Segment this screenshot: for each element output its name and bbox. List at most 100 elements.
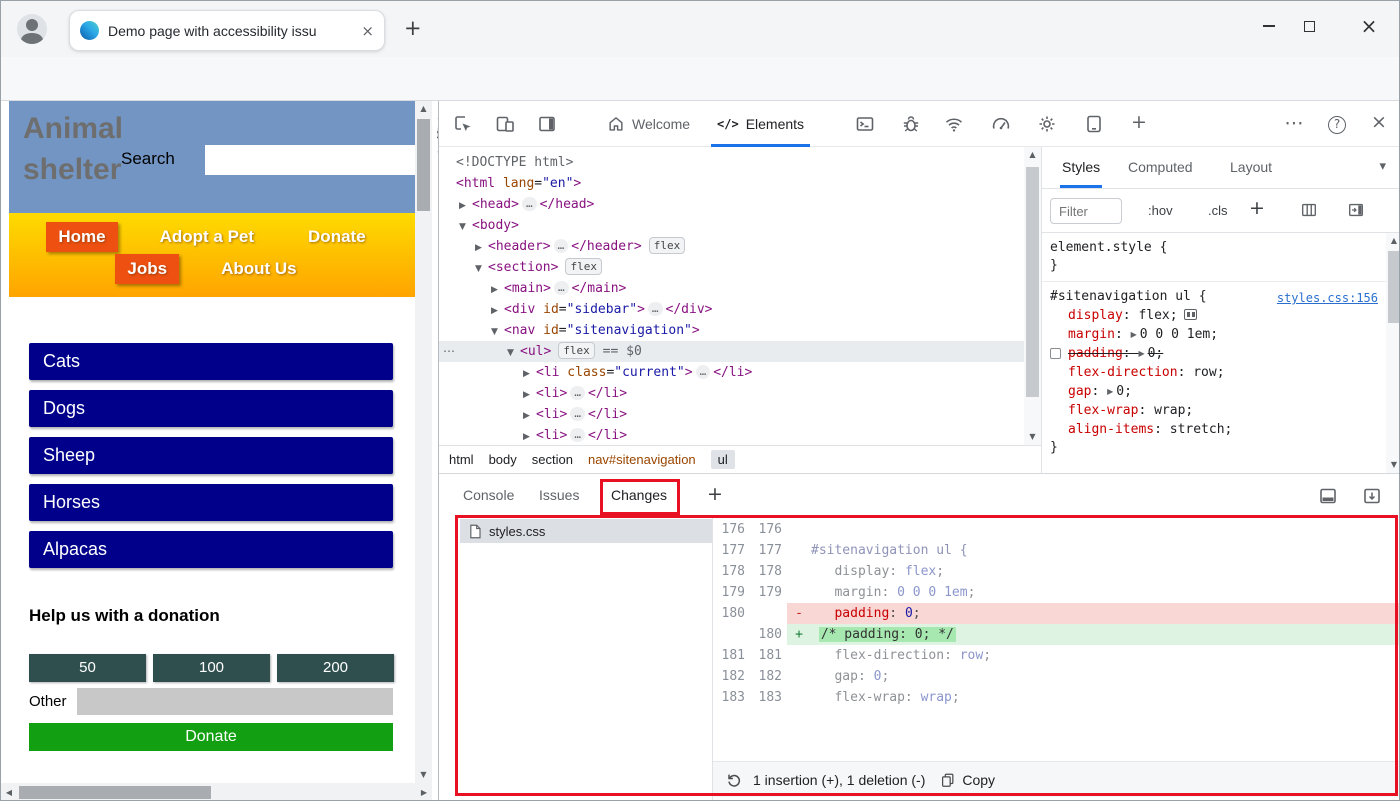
stylesheet-link[interactable]: styles.css:156 bbox=[1277, 289, 1378, 307]
scroll-down-icon[interactable]: ▼ bbox=[415, 767, 432, 783]
performance-gauge-icon[interactable] bbox=[991, 114, 1011, 134]
property-checkbox[interactable] bbox=[1050, 348, 1061, 359]
amount-button-50[interactable]: 50 bbox=[29, 654, 146, 682]
breadcrumb-item-section[interactable]: section bbox=[532, 452, 573, 467]
scrollbar-thumb[interactable] bbox=[1388, 251, 1399, 323]
bug-icon[interactable] bbox=[901, 114, 921, 134]
inspect-element-icon[interactable] bbox=[453, 114, 473, 134]
dom-tree-row[interactable]: ▶ <li>… </li> bbox=[439, 425, 1024, 445]
maximize-button[interactable] bbox=[1287, 1, 1331, 51]
flex-badge[interactable]: flex bbox=[648, 237, 686, 254]
category-button-dogs[interactable]: Dogs bbox=[29, 390, 393, 427]
flex-badge[interactable]: flex bbox=[565, 258, 602, 275]
tab-elements[interactable]: </> Elements bbox=[711, 101, 811, 147]
inline-expand-icon[interactable]: … bbox=[647, 302, 663, 316]
drawer-tab-issues[interactable]: Issues bbox=[539, 474, 579, 517]
expand-arrow-icon[interactable]: ▶ bbox=[491, 280, 504, 301]
css-property-padding[interactable]: padding: ▶ 0; bbox=[1050, 344, 1378, 363]
browser-tab[interactable]: Demo page with accessibility issu × bbox=[69, 10, 385, 51]
inline-expand-icon[interactable]: … bbox=[570, 428, 585, 442]
breadcrumb-item-ul[interactable]: ul bbox=[710, 450, 735, 469]
page-vertical-scrollbar[interactable]: ▲ ▼ bbox=[415, 101, 432, 783]
styles-tab-computed[interactable]: Computed bbox=[1126, 147, 1195, 188]
console-panel-icon[interactable] bbox=[855, 114, 875, 134]
shorthand-expand-icon[interactable]: ▶ bbox=[1138, 344, 1144, 363]
nav-item-about-us[interactable]: About Us bbox=[209, 254, 309, 284]
expand-arrow-icon[interactable]: ▶ bbox=[523, 385, 536, 406]
nav-item-home[interactable]: Home bbox=[46, 222, 118, 252]
element-class-button[interactable]: .cls bbox=[1208, 203, 1228, 218]
device-frame-icon[interactable] bbox=[1084, 114, 1104, 134]
scroll-down-icon[interactable]: ▼ bbox=[1386, 457, 1399, 473]
breadcrumb-item-body[interactable]: body bbox=[489, 452, 517, 467]
category-button-sheep[interactable]: Sheep bbox=[29, 437, 393, 474]
device-emulation-icon[interactable] bbox=[495, 114, 515, 134]
shorthand-expand-icon[interactable]: ▶ bbox=[1131, 325, 1137, 344]
styles-tab-styles[interactable]: Styles bbox=[1060, 147, 1102, 188]
styles-tab-layout[interactable]: Layout bbox=[1228, 147, 1274, 188]
dom-tree-row[interactable]: ▶ <li>… </li> bbox=[439, 404, 1024, 425]
dock-panel-icon[interactable] bbox=[537, 114, 557, 134]
scroll-right-icon[interactable]: ▶ bbox=[416, 783, 432, 800]
other-amount-input[interactable] bbox=[77, 688, 393, 715]
scrollbar-thumb[interactable] bbox=[417, 119, 430, 211]
css-property-display[interactable]: display: flex; bbox=[1050, 306, 1378, 325]
dom-tree-row[interactable]: ▶ <main>… </main> bbox=[439, 278, 1024, 299]
dom-tree-row[interactable]: ▶ <li class="current">… </li> bbox=[439, 362, 1024, 383]
devtools-close-icon[interactable]: × bbox=[1369, 112, 1389, 132]
dock-drawer-icon[interactable] bbox=[1318, 486, 1338, 506]
tab-welcome[interactable]: Welcome bbox=[601, 101, 696, 147]
network-wifi-icon[interactable] bbox=[944, 114, 964, 134]
expand-arrow-icon[interactable]: ▶ bbox=[491, 301, 504, 322]
dom-tree-row[interactable]: ▶ <li>… </li> bbox=[439, 383, 1024, 404]
gear-icon[interactable] bbox=[1037, 114, 1057, 134]
css-property-margin[interactable]: margin: ▶ 0 0 0 1em; bbox=[1050, 325, 1378, 344]
collapse-drawer-icon[interactable] bbox=[1362, 486, 1382, 506]
chevron-down-icon[interactable]: ▾ bbox=[1379, 159, 1386, 174]
scroll-left-icon[interactable]: ◀ bbox=[1, 783, 17, 800]
new-tab-button[interactable]: + bbox=[404, 16, 422, 40]
styles-filter-input[interactable] bbox=[1050, 198, 1122, 224]
window-close-button[interactable]: × bbox=[1347, 1, 1391, 51]
expand-arrow-icon[interactable]: ▶ bbox=[523, 364, 536, 385]
collapse-arrow-icon[interactable]: ▼ bbox=[459, 217, 472, 238]
collapse-arrow-icon[interactable]: ▼ bbox=[491, 322, 504, 343]
amount-button-100[interactable]: 100 bbox=[153, 654, 270, 682]
inline-expand-icon[interactable]: … bbox=[521, 197, 537, 211]
minimize-button[interactable] bbox=[1247, 1, 1291, 51]
scroll-up-icon[interactable]: ▲ bbox=[1386, 233, 1399, 249]
row-more-icon[interactable]: ⋯ bbox=[443, 341, 455, 362]
category-button-horses[interactable]: Horses bbox=[29, 484, 393, 521]
shorthand-expand-icon[interactable]: ▶ bbox=[1107, 382, 1113, 401]
inline-expand-icon[interactable]: … bbox=[553, 281, 569, 295]
nav-item-jobs[interactable]: Jobs bbox=[115, 254, 180, 284]
expand-arrow-icon[interactable]: ▶ bbox=[459, 196, 472, 217]
collapse-arrow-icon[interactable]: ▼ bbox=[507, 343, 520, 364]
styles-scrollbar[interactable]: ▲ ▼ bbox=[1386, 233, 1399, 473]
dom-tree-row[interactable]: ⋯ ▼ <ul> flex == $0 bbox=[439, 341, 1024, 362]
inline-expand-icon[interactable]: … bbox=[695, 365, 711, 379]
inline-expand-icon[interactable]: … bbox=[570, 407, 585, 421]
pseudo-state-button[interactable]: :hov bbox=[1148, 203, 1173, 218]
breadcrumb-item-nav-sitenavigation[interactable]: nav#sitenavigation bbox=[588, 452, 696, 467]
donate-button[interactable]: Donate bbox=[29, 723, 393, 751]
expand-arrow-icon[interactable]: ▶ bbox=[475, 238, 488, 259]
page-horizontal-scrollbar[interactable]: ◀ ▶ bbox=[1, 783, 432, 800]
flex-editor-icon[interactable] bbox=[1183, 309, 1197, 320]
expand-arrow-icon[interactable]: ▶ bbox=[523, 406, 536, 427]
drawer-tab-console[interactable]: Console bbox=[463, 474, 514, 517]
dom-tree-row[interactable]: ▶ <header>… </header> flex bbox=[439, 236, 1024, 257]
nav-item-donate[interactable]: Donate bbox=[296, 222, 378, 252]
profile-avatar[interactable] bbox=[17, 14, 47, 44]
dom-tree-row[interactable]: <html lang="en"> bbox=[439, 173, 1024, 194]
grid-columns-icon[interactable] bbox=[1300, 201, 1318, 219]
dom-tree-row[interactable]: ▼ <section> flex bbox=[439, 257, 1024, 278]
sidebar-toggle-icon[interactable] bbox=[1347, 201, 1365, 219]
css-property-flex-wrap[interactable]: flex-wrap: wrap; bbox=[1050, 401, 1378, 420]
scroll-up-icon[interactable]: ▲ bbox=[1024, 147, 1041, 163]
devtools-menu-icon[interactable]: ⋯ bbox=[1284, 113, 1304, 133]
css-property-flex-direction[interactable]: flex-direction: row; bbox=[1050, 363, 1378, 382]
tree-scrollbar[interactable]: ▲ ▼ bbox=[1024, 147, 1041, 445]
add-drawer-tab-icon[interactable]: + bbox=[707, 483, 723, 505]
dom-tree-row[interactable]: ▼ <nav id="sitenavigation"> bbox=[439, 320, 1024, 341]
